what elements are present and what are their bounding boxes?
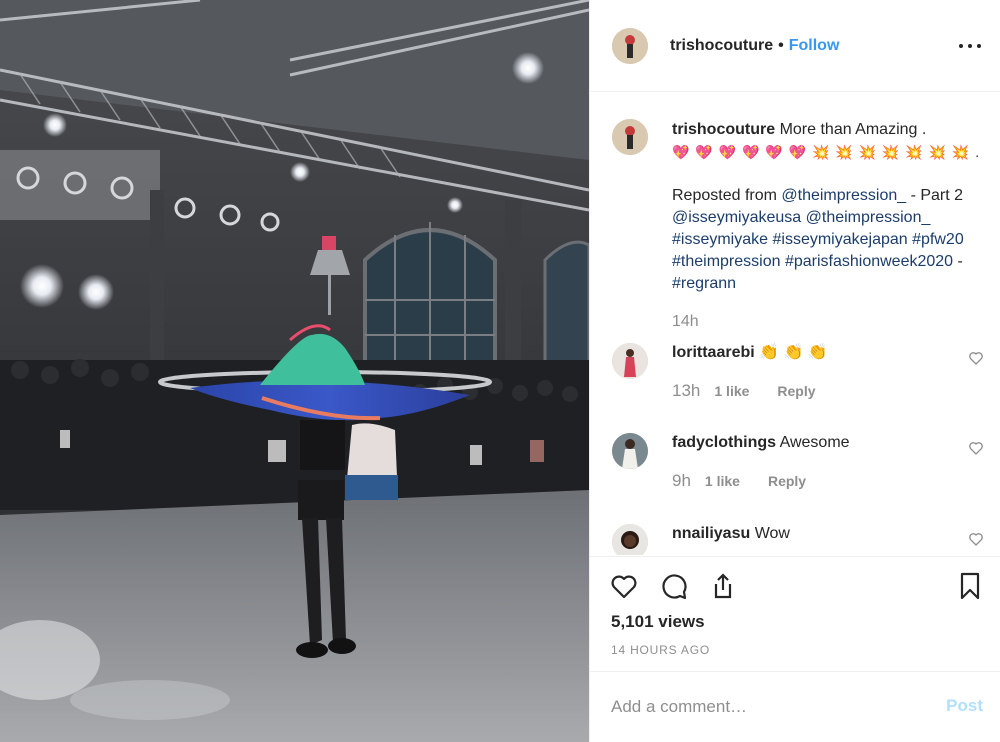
repost-prefix: Reposted from: [672, 187, 782, 204]
caption-text: More than Amazing .: [779, 121, 927, 138]
comment-text-line: lorittaarebi 👏 👏 👏: [672, 343, 828, 363]
collision-emojis: 💥 💥 💥 💥 💥 💥 💥: [811, 144, 971, 160]
post-age[interactable]: 14 HOURS AGO: [611, 643, 710, 657]
post-header: trishocouture • Follow: [590, 0, 1000, 92]
avatar-image: [612, 524, 648, 555]
caption-username[interactable]: trishocouture: [672, 121, 775, 138]
comment-item: lorittaarebi 👏 👏 👏 13h 1 like Reply: [612, 343, 992, 403]
post-comment-button[interactable]: Post: [946, 696, 983, 716]
follow-button[interactable]: Follow: [789, 37, 840, 55]
caption-timestamp[interactable]: 14h: [672, 311, 992, 333]
comment-item: nnailiyasu Wow: [612, 524, 992, 555]
comment-icon[interactable]: [659, 571, 689, 601]
runway-photo: [0, 0, 589, 742]
heart-icon[interactable]: [968, 531, 984, 547]
caption-body: trishocouture More than Amazing . 💖 💖 💖 …: [672, 119, 992, 333]
reply-button[interactable]: Reply: [768, 473, 806, 489]
heart-icon[interactable]: [968, 350, 984, 366]
separator-dot: •: [778, 36, 784, 54]
comment-like-count[interactable]: 1 like: [705, 473, 740, 489]
caption-period: .: [975, 144, 981, 160]
share-icon[interactable]: [708, 571, 738, 601]
reply-button[interactable]: Reply: [777, 383, 815, 399]
avatar-image: [612, 433, 648, 469]
comment-username[interactable]: fadyclothings: [672, 434, 776, 451]
comment-avatar[interactable]: [612, 433, 648, 469]
hashtag-link[interactable]: #parisfashionweek2020: [785, 253, 953, 270]
caption-repost-text: Reposted from @theimpression_ - Part 2 @…: [672, 185, 992, 295]
comments-list[interactable]: trishocouture More than Amazing . 💖 💖 💖 …: [590, 93, 1000, 555]
hashtag-link[interactable]: #isseymiyake: [672, 231, 768, 248]
comment-avatar[interactable]: [612, 343, 648, 379]
comment-input[interactable]: [611, 697, 921, 717]
comment-meta: 13h 1 like Reply: [672, 381, 844, 401]
comment-like-count[interactable]: 1 like: [714, 383, 749, 399]
mention-link[interactable]: @isseymiyakeusa: [672, 209, 801, 226]
comment-body: Awesome: [779, 434, 850, 451]
post-side-panel: trishocouture • Follow trishocouture Mor…: [589, 0, 1000, 742]
comment-timestamp[interactable]: 9h: [672, 471, 691, 491]
comment-meta: 9h 1 like Reply: [672, 471, 834, 491]
mention-link[interactable]: @theimpression_: [806, 209, 931, 226]
hashtag-link[interactable]: #pfw20: [912, 231, 964, 248]
heart-icon[interactable]: [609, 571, 639, 601]
heart-icon[interactable]: [968, 440, 984, 456]
avatar[interactable]: [612, 27, 648, 64]
more-dot: [977, 44, 981, 48]
repost-mid: - Part 2: [906, 187, 964, 204]
comment-username[interactable]: nnailiyasu: [672, 525, 750, 542]
more-options-icon[interactable]: [959, 38, 981, 54]
more-dot: [959, 44, 963, 48]
comment-username[interactable]: lorittaarebi: [672, 344, 755, 361]
view-count[interactable]: 5,101 views: [611, 612, 705, 632]
bookmark-icon[interactable]: [955, 571, 985, 601]
hashtag-link[interactable]: #theimpression: [672, 253, 781, 270]
post-author-username[interactable]: trishocouture: [670, 37, 773, 55]
avatar-image: [612, 119, 648, 155]
add-comment-bar: Post: [590, 671, 1000, 742]
comment-text-line: fadyclothings Awesome: [672, 433, 850, 453]
comment-item: fadyclothings Awesome 9h 1 like Reply: [612, 433, 992, 493]
post-media[interactable]: [0, 0, 589, 742]
post-actions: 5,101 views 14 HOURS AGO: [590, 556, 1000, 671]
clapping-hands-emojis: 👏 👏 👏: [759, 344, 828, 361]
avatar-image: [612, 343, 648, 379]
more-dot: [968, 44, 972, 48]
avatar-image: [612, 27, 648, 64]
comment-avatar[interactable]: [612, 524, 648, 555]
hashtag-link[interactable]: #regrann: [672, 275, 736, 292]
comment-timestamp[interactable]: 13h: [672, 381, 700, 401]
caption-dash: -: [953, 253, 963, 270]
hashtag-link[interactable]: #isseymiyakejapan: [772, 231, 907, 248]
sparkling-heart-emojis: 💖 💖 💖 💖 💖 💖: [672, 144, 808, 160]
caption-emoji-row: 💖 💖 💖 💖 💖 💖 💥 💥 💥 💥 💥 💥 💥 .: [672, 141, 992, 163]
comment-text-line: nnailiyasu Wow: [672, 524, 790, 544]
mention-link[interactable]: @theimpression_: [781, 187, 906, 204]
comment-body: Wow: [754, 525, 790, 542]
caption-avatar[interactable]: [612, 119, 648, 155]
